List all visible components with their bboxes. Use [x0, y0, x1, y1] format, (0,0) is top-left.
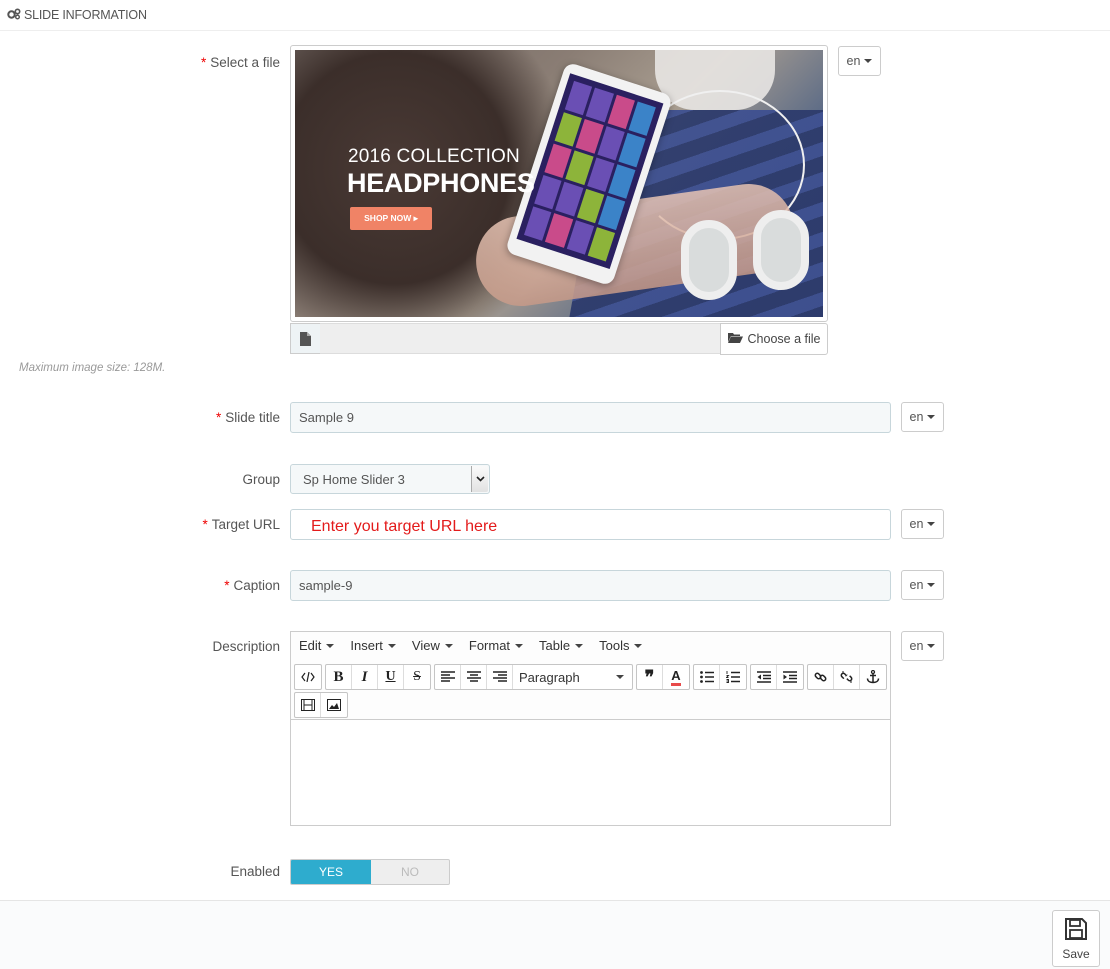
slide-caption-line1: 2016 COLLECTION: [348, 146, 520, 167]
file-size-help: Maximum image size: 128M.: [19, 362, 166, 374]
align-left-icon[interactable]: [435, 665, 461, 689]
text-color-icon[interactable]: A: [663, 665, 689, 689]
file-lang-dropdown[interactable]: en: [838, 46, 881, 76]
cogs-icon: [7, 7, 21, 23]
rich-text-editor: Edit Insert View Format Table Tools B I …: [290, 631, 891, 826]
folder-open-icon: [727, 332, 743, 346]
slide-title-input[interactable]: Sample 9: [290, 402, 891, 433]
file-icon: [290, 323, 321, 354]
align-center-icon[interactable]: [461, 665, 487, 689]
unlink-icon[interactable]: [834, 665, 860, 689]
caret-down-icon: [616, 675, 624, 679]
description-label: Description: [212, 639, 280, 654]
menu-view[interactable]: View: [412, 638, 453, 653]
menu-table[interactable]: Table: [539, 638, 584, 653]
caption-lang-dropdown[interactable]: en: [901, 570, 944, 600]
select-arrow-icon: [471, 466, 488, 492]
toggle-no[interactable]: NO: [371, 860, 449, 884]
target-url-annotation: Enter you target URL here: [311, 518, 498, 535]
caret-down-icon: [927, 644, 936, 648]
blockquote-icon[interactable]: ❞: [637, 665, 663, 689]
code-icon[interactable]: [295, 665, 321, 689]
format-select[interactable]: Paragraph: [513, 665, 632, 689]
italic-icon[interactable]: I: [352, 665, 378, 689]
panel-footer: [0, 900, 1110, 969]
file-label: * Select a file: [200, 55, 280, 70]
menu-edit[interactable]: Edit: [299, 638, 335, 653]
outdent-icon[interactable]: [751, 665, 777, 689]
description-lang-dropdown[interactable]: en: [901, 631, 944, 661]
video-icon[interactable]: [295, 693, 321, 717]
url-lang-dropdown[interactable]: en: [901, 509, 944, 539]
image-icon[interactable]: [321, 693, 347, 717]
editor-toolbar: Edit Insert View Format Table Tools B I …: [291, 632, 890, 720]
bold-icon[interactable]: B: [326, 665, 352, 689]
link-icon[interactable]: [808, 665, 834, 689]
group-select[interactable]: Sp Home Slider 3: [290, 464, 490, 494]
enabled-label: Enabled: [230, 864, 280, 879]
menu-insert[interactable]: Insert: [350, 638, 396, 653]
slide-caption-line2: HEADPHONES: [347, 168, 535, 198]
group-label: Group: [242, 472, 280, 487]
bullet-list-icon[interactable]: [694, 665, 720, 689]
strikethrough-icon[interactable]: S: [404, 665, 430, 689]
floppy-disk-icon: [1064, 917, 1088, 944]
toggle-yes[interactable]: YES: [291, 860, 371, 884]
title-label: * Slide title: [215, 410, 280, 425]
caret-down-icon: [927, 415, 936, 419]
caret-down-icon: [927, 522, 936, 526]
url-label: * Target URL: [202, 517, 280, 532]
slide-image-preview: 2016 COLLECTION HEADPHONES SHOP NOW ▸: [290, 45, 828, 322]
indent-icon[interactable]: [777, 665, 803, 689]
editor-content-area[interactable]: [291, 720, 890, 826]
enabled-toggle[interactable]: YES NO: [290, 859, 450, 885]
caret-down-icon: [927, 583, 936, 587]
align-right-icon[interactable]: [487, 665, 513, 689]
choose-file-button[interactable]: Choose a file: [720, 323, 828, 355]
numbered-list-icon[interactable]: [720, 665, 746, 689]
caret-down-icon: [864, 59, 873, 63]
caption-input[interactable]: sample-9: [290, 570, 891, 601]
menu-tools[interactable]: Tools: [599, 638, 643, 653]
slide-shop-now-button: SHOP NOW ▸: [350, 207, 432, 230]
panel-title: SLIDE INFORMATION: [24, 8, 147, 22]
title-lang-dropdown[interactable]: en: [901, 402, 944, 432]
save-button[interactable]: Save: [1052, 910, 1100, 967]
menu-format[interactable]: Format: [469, 638, 524, 653]
anchor-icon[interactable]: [860, 665, 886, 689]
caption-label: * Caption: [224, 578, 280, 593]
underline-icon[interactable]: U: [378, 665, 404, 689]
file-path-field[interactable]: [320, 323, 722, 354]
panel-heading: SLIDE INFORMATION: [0, 0, 1110, 31]
